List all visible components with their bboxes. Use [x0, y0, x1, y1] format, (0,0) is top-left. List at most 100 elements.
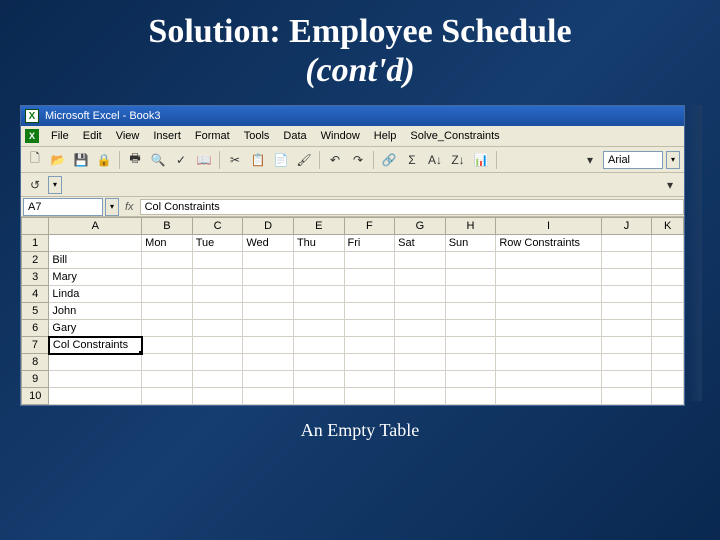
- cell-H5[interactable]: [445, 303, 496, 320]
- preview-icon[interactable]: 🔍: [148, 150, 168, 170]
- cell-E1[interactable]: Thu: [293, 235, 344, 252]
- cell-G5[interactable]: [395, 303, 446, 320]
- cell-K7[interactable]: [652, 337, 684, 354]
- cell-I7[interactable]: [496, 337, 601, 354]
- cell-C3[interactable]: [192, 269, 243, 286]
- cell-I6[interactable]: [496, 320, 601, 337]
- cell-H7[interactable]: [445, 337, 496, 354]
- col-header-F[interactable]: F: [344, 218, 395, 235]
- row-header-7[interactable]: 7: [22, 337, 49, 354]
- more-icon[interactable]: ▾: [580, 150, 600, 170]
- cell-A1[interactable]: [49, 235, 142, 252]
- col-header-J[interactable]: J: [601, 218, 652, 235]
- namebox-dropdown-icon[interactable]: ▾: [105, 198, 119, 216]
- menu-file[interactable]: File: [45, 128, 75, 144]
- cell-J2[interactable]: [601, 252, 652, 269]
- cell-B7[interactable]: [142, 337, 193, 354]
- fx-icon[interactable]: fx: [119, 201, 140, 213]
- cell-I10[interactable]: [496, 388, 601, 405]
- cell-F5[interactable]: [344, 303, 395, 320]
- cell-D8[interactable]: [243, 354, 294, 371]
- cell-K6[interactable]: [652, 320, 684, 337]
- permission-icon[interactable]: 🔒: [94, 150, 114, 170]
- cell-J1[interactable]: [601, 235, 652, 252]
- research-icon[interactable]: 📖: [194, 150, 214, 170]
- cell-K8[interactable]: [652, 354, 684, 371]
- print-icon[interactable]: 🖶: [125, 150, 145, 170]
- cell-K3[interactable]: [652, 269, 684, 286]
- cell-I3[interactable]: [496, 269, 601, 286]
- cell-E7[interactable]: [293, 337, 344, 354]
- cell-E8[interactable]: [293, 354, 344, 371]
- cell-F2[interactable]: [344, 252, 395, 269]
- copy-icon[interactable]: 📋: [248, 150, 268, 170]
- cell-B6[interactable]: [142, 320, 193, 337]
- cell-J6[interactable]: [601, 320, 652, 337]
- col-header-K[interactable]: K: [652, 218, 684, 235]
- cell-A2[interactable]: Bill: [49, 252, 142, 269]
- cell-K1[interactable]: [652, 235, 684, 252]
- cell-A4[interactable]: Linda: [49, 286, 142, 303]
- cell-D3[interactable]: [243, 269, 294, 286]
- trace-icon[interactable]: ↺: [25, 175, 45, 195]
- hyperlink-icon[interactable]: 🔗: [379, 150, 399, 170]
- cell-J5[interactable]: [601, 303, 652, 320]
- cell-D2[interactable]: [243, 252, 294, 269]
- cell-F6[interactable]: [344, 320, 395, 337]
- font-name-box[interactable]: Arial: [603, 151, 663, 169]
- cell-I4[interactable]: [496, 286, 601, 303]
- cell-D10[interactable]: [243, 388, 294, 405]
- sort-asc-icon[interactable]: A↓: [425, 150, 445, 170]
- menu-help[interactable]: Help: [368, 128, 403, 144]
- cell-A8[interactable]: [49, 354, 142, 371]
- menu-solve-constraints[interactable]: Solve_Constraints: [404, 128, 505, 144]
- cell-G9[interactable]: [395, 371, 446, 388]
- cell-A7[interactable]: Col Constraints: [49, 337, 142, 354]
- cell-K9[interactable]: [652, 371, 684, 388]
- menu-format[interactable]: Format: [189, 128, 236, 144]
- cell-F1[interactable]: Fri: [344, 235, 395, 252]
- cell-H10[interactable]: [445, 388, 496, 405]
- cell-I8[interactable]: [496, 354, 601, 371]
- chart-icon[interactable]: 📊: [471, 150, 491, 170]
- cell-C8[interactable]: [192, 354, 243, 371]
- cell-A3[interactable]: Mary: [49, 269, 142, 286]
- cell-G6[interactable]: [395, 320, 446, 337]
- menu-insert[interactable]: Insert: [147, 128, 187, 144]
- cell-I5[interactable]: [496, 303, 601, 320]
- col-header-D[interactable]: D: [243, 218, 294, 235]
- row-header-5[interactable]: 5: [22, 303, 49, 320]
- spelling-icon[interactable]: ✓: [171, 150, 191, 170]
- row-header-2[interactable]: 2: [22, 252, 49, 269]
- cell-G8[interactable]: [395, 354, 446, 371]
- cell-B8[interactable]: [142, 354, 193, 371]
- cell-G7[interactable]: [395, 337, 446, 354]
- cell-C1[interactable]: Tue: [192, 235, 243, 252]
- cell-F3[interactable]: [344, 269, 395, 286]
- cell-B5[interactable]: [142, 303, 193, 320]
- cell-C4[interactable]: [192, 286, 243, 303]
- cell-B2[interactable]: [142, 252, 193, 269]
- cell-K4[interactable]: [652, 286, 684, 303]
- cell-F10[interactable]: [344, 388, 395, 405]
- cell-E3[interactable]: [293, 269, 344, 286]
- menu-data[interactable]: Data: [277, 128, 312, 144]
- cell-D4[interactable]: [243, 286, 294, 303]
- cell-G1[interactable]: Sat: [395, 235, 446, 252]
- cell-E5[interactable]: [293, 303, 344, 320]
- select-all-corner[interactable]: [22, 218, 49, 235]
- menu-view[interactable]: View: [110, 128, 146, 144]
- cell-D6[interactable]: [243, 320, 294, 337]
- cell-F8[interactable]: [344, 354, 395, 371]
- cell-G10[interactable]: [395, 388, 446, 405]
- cell-B9[interactable]: [142, 371, 193, 388]
- trace-dropdown-icon[interactable]: ▾: [48, 176, 62, 194]
- paste-icon[interactable]: 📄: [271, 150, 291, 170]
- cell-J7[interactable]: [601, 337, 652, 354]
- cell-H1[interactable]: Sun: [445, 235, 496, 252]
- cell-D1[interactable]: Wed: [243, 235, 294, 252]
- cell-J10[interactable]: [601, 388, 652, 405]
- cell-F7[interactable]: [344, 337, 395, 354]
- formula-bar[interactable]: Col Constraints: [140, 199, 684, 215]
- new-icon[interactable]: 🗋: [25, 150, 45, 170]
